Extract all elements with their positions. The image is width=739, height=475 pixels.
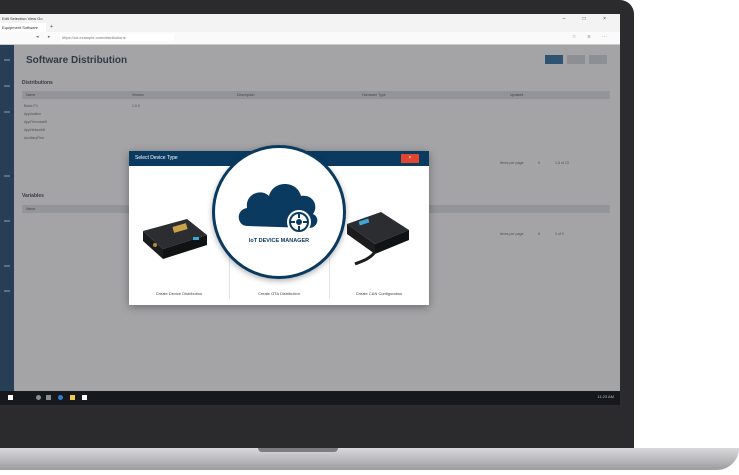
- windows-start-icon[interactable]: [8, 395, 13, 400]
- logo-text: IoT DEVICE MANAGER: [248, 238, 310, 244]
- folder-icon[interactable]: [70, 395, 75, 400]
- new-tab-button[interactable]: +: [50, 23, 53, 32]
- url-input[interactable]: [60, 34, 174, 41]
- option-can-configuration[interactable]: Create CAN Configuration: [329, 166, 429, 305]
- option-device-distribution[interactable]: Create Device Distribution: [129, 166, 229, 305]
- option-label: Create OTA Distribution: [258, 291, 300, 296]
- option-label: Create CAN Configuration: [355, 291, 403, 296]
- close-button[interactable]: ×: [401, 154, 419, 163]
- laptop-base: [0, 448, 739, 470]
- browser-icon[interactable]: [58, 395, 63, 400]
- address-bar: ◂ ▸ ↻ ☆ ≡ ⋯: [0, 32, 620, 45]
- window-controls[interactable]: – □ ×: [563, 16, 615, 22]
- browser-tab[interactable]: Equipment Software: [0, 23, 46, 32]
- laptop-notch: [258, 448, 338, 452]
- iot-device-manager-logo[interactable]: IoT DEVICE MANAGER: [212, 145, 346, 279]
- browser-menu[interactable]: Edit Selection View Go: [2, 16, 43, 21]
- taskbar: 11:23 AM: [0, 391, 620, 405]
- browser-toolbar-icons[interactable]: ☆ ≡ ⋯: [572, 34, 612, 40]
- store-icon[interactable]: [82, 395, 87, 400]
- browser-titlebar: Edit Selection View Go – □ × Equipment S…: [0, 14, 620, 32]
- option-label: Create Device Distribution: [155, 291, 203, 296]
- modal-title: Select Device Type: [135, 155, 178, 161]
- task-view-icon[interactable]: [46, 395, 51, 400]
- cloud-icon: [238, 184, 318, 234]
- system-clock[interactable]: 11:23 AM: [597, 394, 614, 399]
- search-icon[interactable]: [36, 395, 41, 400]
